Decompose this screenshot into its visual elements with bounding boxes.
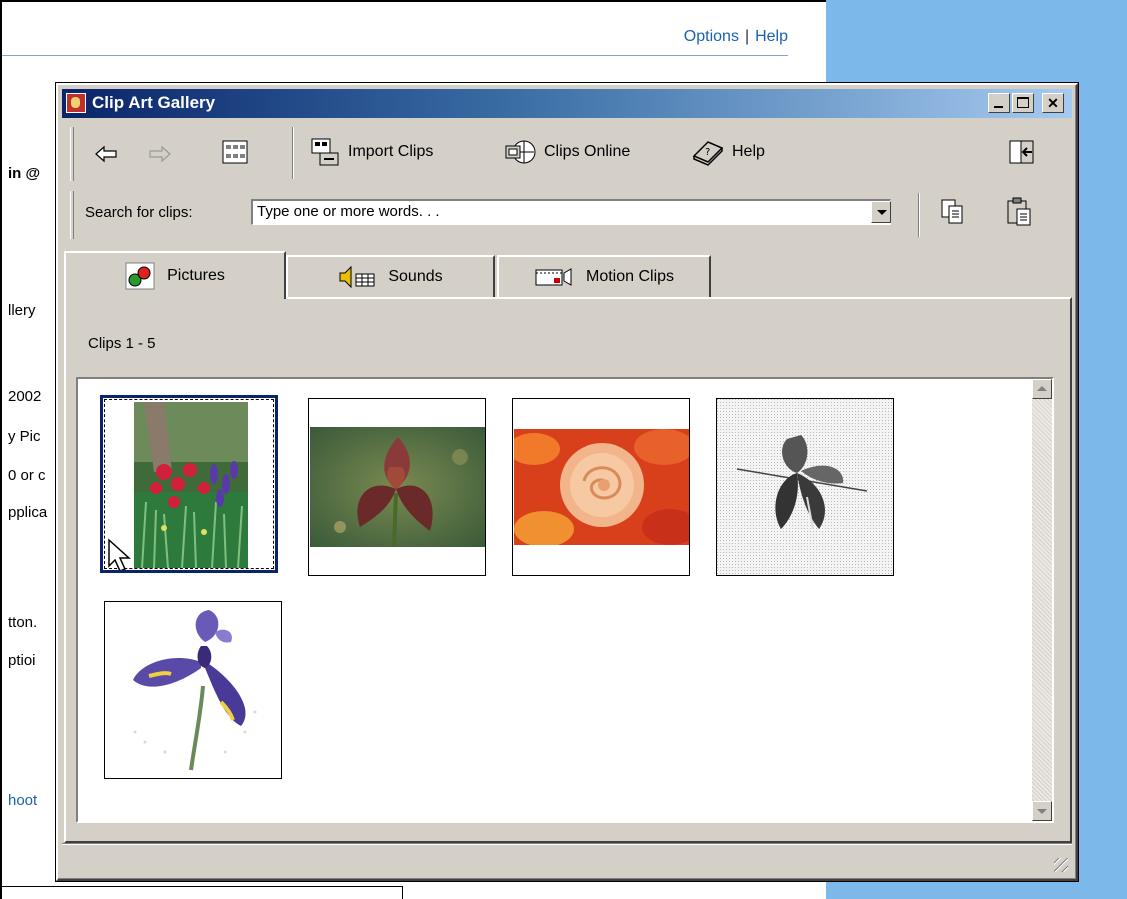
clips-online-label: Clips Online: [544, 143, 631, 160]
scroll-down-button[interactable]: [1032, 801, 1052, 821]
close-icon: ✕: [1047, 95, 1059, 111]
resize-grip-icon[interactable]: [1054, 858, 1068, 872]
vertical-scrollbar[interactable]: [1032, 379, 1052, 821]
back-arrow-icon: [95, 145, 117, 163]
grayscale-iris-image: [717, 399, 893, 575]
tab-label: Motion Clips: [585, 268, 675, 285]
clips-online-button[interactable]: Clips Online: [504, 137, 630, 167]
import-clips-label: Import Clips: [348, 143, 434, 160]
page-border-top: [0, 0, 826, 2]
clips-count: Clips 1 - 5: [88, 335, 156, 352]
search-input[interactable]: Type one or more words. . .: [251, 199, 891, 225]
help-link[interactable]: Help: [755, 28, 788, 45]
paste-icon: [1007, 197, 1031, 226]
change-to-small-window-button[interactable]: [1008, 137, 1036, 167]
window-title: Clip Art Gallery: [92, 93, 216, 112]
scroll-up-button[interactable]: [1032, 379, 1052, 399]
motion-clips-tab-icon: [535, 268, 572, 286]
back-button[interactable]: [94, 139, 118, 169]
page-text-fragment: 2002: [8, 388, 42, 405]
clip-list[interactable]: [76, 377, 1054, 823]
maximize-icon: [1017, 97, 1029, 108]
page-text-fragment: tton.: [8, 614, 38, 631]
help-label: Help: [732, 143, 765, 160]
tab-label: Pictures: [167, 267, 225, 284]
blue-iris-image: [105, 602, 281, 778]
page-text-fragment: llery: [8, 302, 36, 319]
copy-button[interactable]: [940, 197, 966, 227]
copy-icon: [941, 199, 963, 224]
clip-art-gallery-window: Clip Art Gallery ✕ Import Clips Clips On…: [56, 83, 1078, 881]
minimize-icon: [994, 106, 1003, 108]
close-button[interactable]: ✕: [1042, 93, 1064, 113]
page-text-fragment: in @: [8, 165, 41, 182]
help-book-icon: ?: [692, 141, 724, 166]
page-border-tick: [402, 886, 403, 899]
minimize-button[interactable]: [988, 93, 1010, 113]
clips-online-icon: [505, 140, 536, 164]
category-grid-icon: [222, 140, 248, 164]
small-window-icon: [1009, 140, 1034, 164]
toolbar-grip[interactable]: [70, 127, 74, 181]
help-button[interactable]: ? Help: [690, 137, 765, 167]
page-link-fragment[interactable]: hoot: [8, 792, 37, 809]
clip-thumbnail-flower-garden[interactable]: [100, 395, 278, 573]
brown-iris-image: [310, 427, 485, 547]
page-border-bottom: [2, 886, 402, 887]
tab-motion-clips[interactable]: Motion Clips: [497, 255, 711, 297]
options-link[interactable]: Options: [684, 28, 739, 45]
mouse-pointer-icon: [108, 538, 131, 570]
toolbar-separator: [918, 193, 920, 237]
page-text-fragment: ptioi: [8, 652, 36, 669]
sounds-tab-icon: [339, 265, 375, 289]
clip-art-app-icon[interactable]: [66, 93, 86, 113]
maximize-button[interactable]: [1012, 93, 1034, 113]
page-border-left: [0, 0, 2, 899]
clip-thumbnail-brown-iris[interactable]: [308, 398, 486, 576]
forward-arrow-icon: [149, 145, 171, 163]
clip-thumbnail-blue-iris[interactable]: [104, 601, 282, 779]
flower-garden-image: [134, 402, 248, 568]
forward-button[interactable]: [148, 139, 172, 169]
import-clips-icon: [311, 138, 339, 166]
tab-sounds[interactable]: Sounds: [286, 255, 495, 297]
clip-thumbnail-grayscale-iris[interactable]: [716, 398, 894, 576]
toolbar-separator: [292, 127, 294, 179]
status-bar: [62, 843, 1072, 876]
link-separator: |: [744, 28, 750, 45]
tab-label: Sounds: [388, 268, 443, 285]
clip-thumbnail-peach-rose[interactable]: [512, 398, 690, 576]
toolbar-grip[interactable]: [70, 191, 74, 239]
search-dropdown-button[interactable]: [871, 201, 891, 223]
peach-rose-image: [514, 429, 689, 545]
header-links: Options | Help: [684, 28, 788, 46]
pictures-tab-icon: [125, 262, 155, 290]
import-clips-button[interactable]: Import Clips: [310, 137, 433, 167]
page-text-fragment: y Pic: [8, 428, 41, 445]
svg-text:?: ?: [705, 147, 710, 158]
page-text-fragment: 0 or c: [8, 467, 46, 484]
paste-button[interactable]: [1006, 197, 1034, 227]
search-label: Search for clips:: [85, 204, 193, 221]
page-text-fragment: pplica: [8, 504, 48, 521]
header-divider: [2, 55, 788, 56]
title-bar[interactable]: Clip Art Gallery ✕: [62, 89, 1072, 118]
all-categories-button[interactable]: [222, 137, 248, 167]
tab-pictures[interactable]: Pictures: [64, 251, 286, 299]
